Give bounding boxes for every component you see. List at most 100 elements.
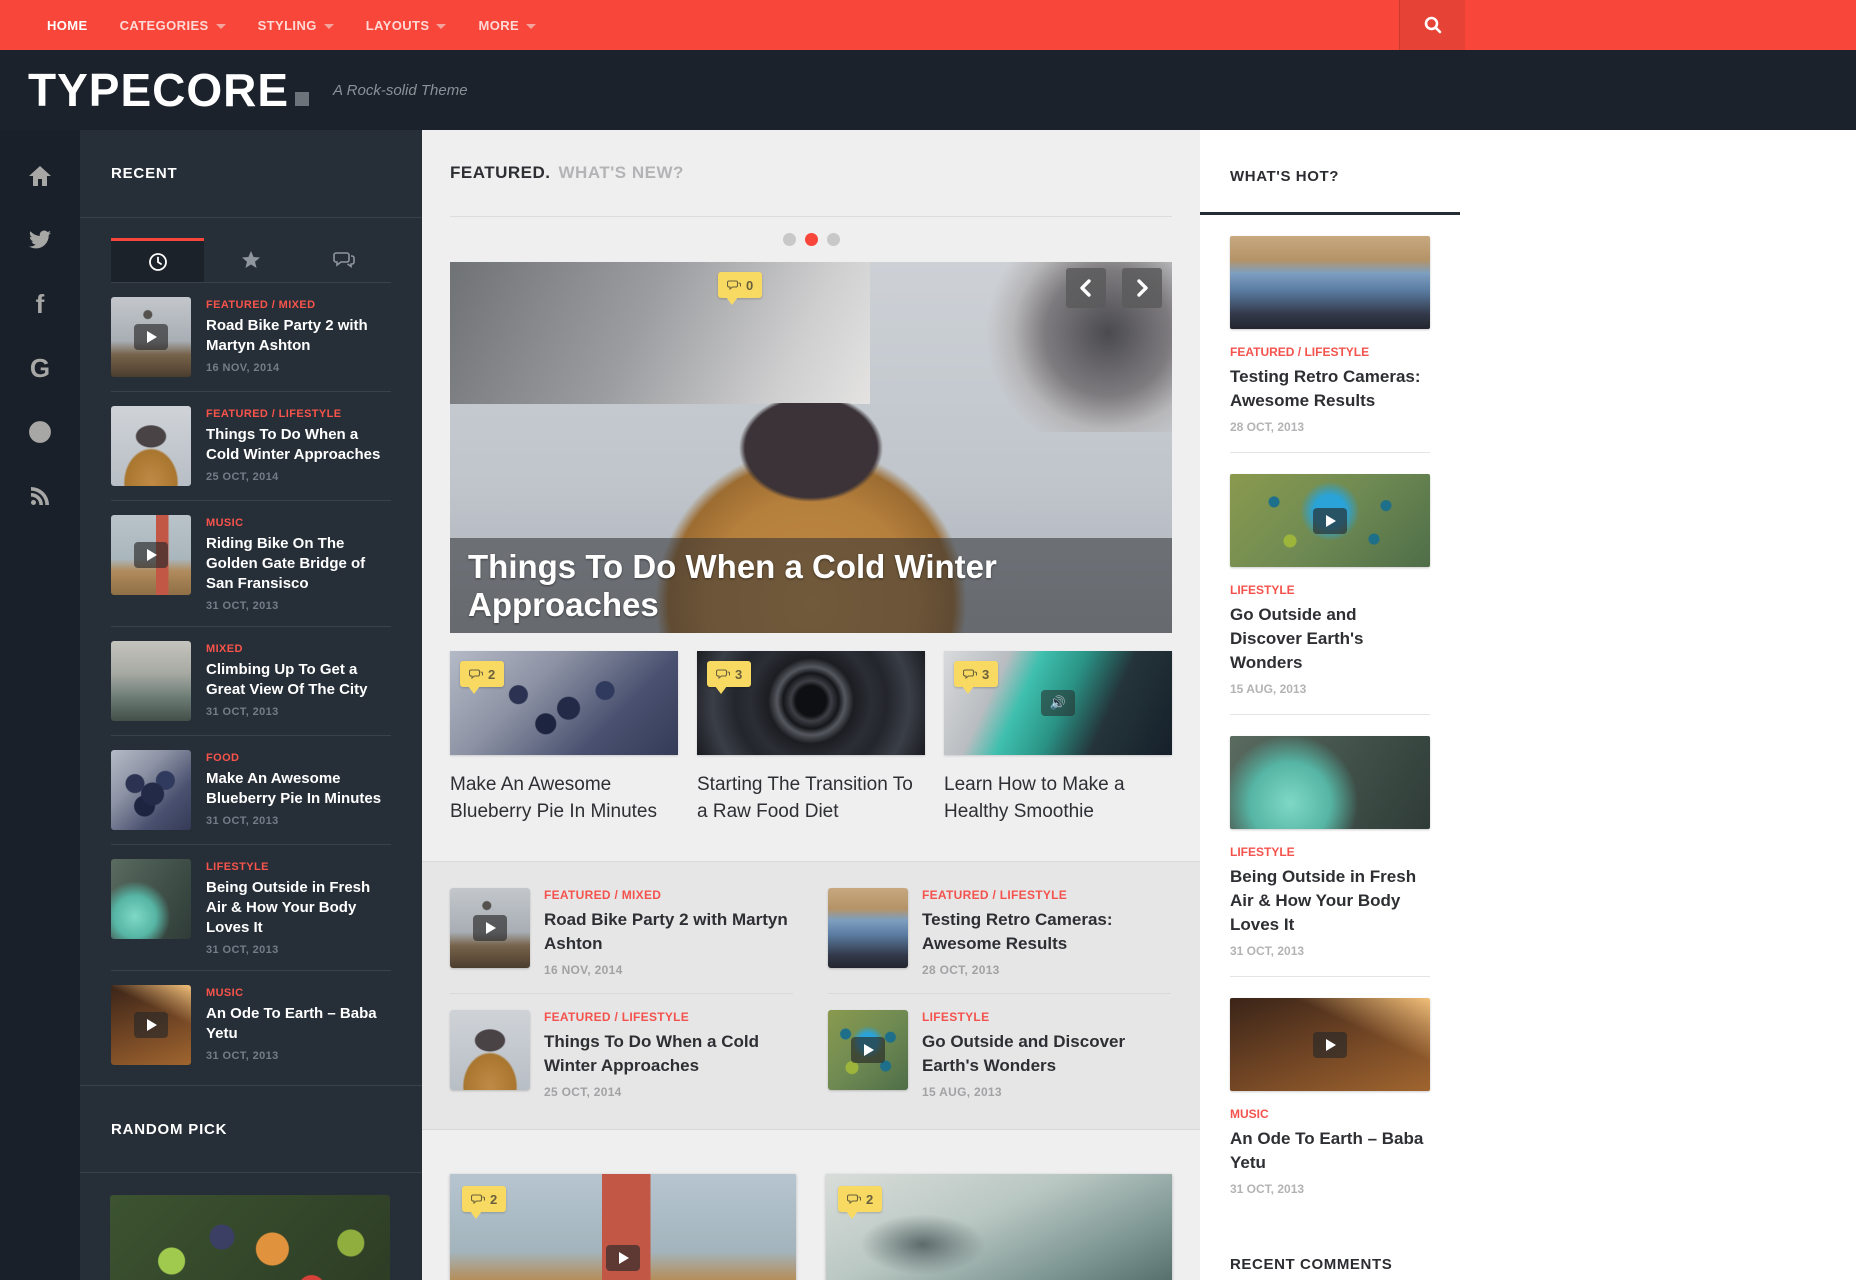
post-thumbnail — [111, 515, 191, 595]
recent-post[interactable]: MIXED Climbing Up To Get a Great View Of… — [111, 627, 391, 736]
carousel-dot[interactable] — [783, 233, 796, 246]
carousel-prev-button[interactable] — [1066, 268, 1106, 308]
post-title: Learn How to Make a Healthy Smoothie — [944, 771, 1172, 825]
comment-count: 2 — [866, 1192, 873, 1207]
post-title: Go Outside and Discover Earth's Wonders — [922, 1030, 1171, 1078]
recent-comments-header: RECENT COMMENTS — [1200, 1214, 1460, 1273]
play-icon — [134, 542, 168, 568]
post-title: Testing Retro Cameras: Awesome Results — [922, 908, 1171, 956]
post-thumbnail — [828, 1010, 908, 1090]
comment-icon — [963, 669, 977, 680]
post-title: Road Bike Party 2 with Martyn Ashton — [206, 316, 391, 356]
site-tagline: A Rock-solid Theme — [333, 82, 468, 99]
comment-icon — [727, 280, 741, 291]
recent-post[interactable]: MUSIC An Ode To Earth – Baba Yetu 31 OCT… — [111, 971, 391, 1079]
hot-post[interactable]: FEATURED / LIFESTYLE Testing Retro Camer… — [1230, 215, 1430, 453]
post-date: 28 OCT, 2013 — [1230, 420, 1430, 434]
nav-item-categories[interactable]: CATEGORIES — [104, 0, 242, 50]
random-pick-title: RANDOM PICK — [111, 1121, 227, 1138]
post-title: Being Outside in Fresh Air & How Your Bo… — [206, 878, 391, 938]
post-category: LIFESTYLE — [922, 1010, 1171, 1024]
rail-facebook-button[interactable]: f — [0, 272, 80, 336]
post-date: 25 OCT, 2014 — [544, 1085, 793, 1099]
featured-item[interactable]: 2 Make An Awesome Blueberry Pie In Minut… — [450, 651, 678, 825]
recent-widget-title: RECENT — [111, 165, 177, 182]
play-icon — [606, 1245, 640, 1271]
recent-post-list: FEATURED / MIXED Road Bike Party 2 with … — [111, 283, 391, 1079]
nav-item-more[interactable]: MORE — [462, 0, 552, 50]
nav-menu: HOME CATEGORIES STYLING LAYOUTS MORE — [0, 0, 552, 50]
play-icon — [851, 1037, 885, 1063]
comment-count-badge: 2 — [838, 1186, 882, 1212]
post-thumbnail — [111, 985, 191, 1065]
featured-section-header: FEATURED. WHAT'S NEW? — [450, 130, 1172, 217]
rail-home-button[interactable] — [0, 144, 80, 208]
carousel-next-button[interactable] — [1122, 268, 1162, 308]
hot-post[interactable]: LIFESTYLE Go Outside and Discover Earth'… — [1230, 453, 1430, 715]
comment-icon — [716, 669, 730, 680]
post-date: 31 OCT, 2013 — [1230, 944, 1430, 958]
rail-google-button[interactable]: G — [0, 336, 80, 400]
post-category: FOOD — [206, 752, 391, 764]
post-title: Things To Do When a Cold Winter Approach… — [544, 1030, 793, 1078]
post-date: 16 NOV, 2014 — [544, 963, 793, 977]
random-pick-image[interactable] — [110, 1195, 390, 1280]
comment-count: 2 — [490, 1192, 497, 1207]
caret-down-icon — [216, 24, 226, 29]
site-logo[interactable]: TYPECORE — [28, 67, 309, 113]
random-pick-header: RANDOM PICK — [80, 1085, 422, 1173]
grid-post[interactable]: LIFESTYLE Go Outside and Discover Earth'… — [828, 994, 1171, 1115]
site-header: TYPECORE A Rock-solid Theme — [0, 50, 1856, 130]
grid-post[interactable]: FEATURED / LIFESTYLE Testing Retro Camer… — [828, 872, 1171, 994]
hot-post[interactable]: MUSIC An Ode To Earth – Baba Yetu 31 OCT… — [1230, 977, 1430, 1214]
recent-post[interactable]: FOOD Make An Awesome Blueberry Pie In Mi… — [111, 736, 391, 845]
bottom-post[interactable]: 2 MUSIC31 OCT, 2013 — [450, 1174, 796, 1280]
post-thumbnail — [1230, 998, 1430, 1091]
logo-text: TYPECORE — [28, 67, 289, 113]
search-button[interactable] — [1399, 0, 1465, 50]
bottom-post[interactable]: 2 MIXED31 OCT, 2013 — [826, 1174, 1172, 1280]
grid-post[interactable]: FEATURED / MIXED Road Bike Party 2 with … — [450, 872, 793, 994]
rail-dribbble-button[interactable] — [0, 400, 80, 464]
star-icon — [241, 250, 261, 270]
featured-item[interactable]: 3 Starting The Transition To a Raw Food … — [697, 651, 925, 825]
comment-count-badge: 2 — [460, 661, 504, 687]
whats-hot-list: FEATURED / LIFESTYLE Testing Retro Camer… — [1200, 215, 1460, 1214]
chevron-left-icon — [1078, 278, 1094, 298]
nav-item-home[interactable]: HOME — [31, 0, 104, 50]
nav-item-styling[interactable]: STYLING — [242, 0, 350, 50]
rss-icon — [29, 485, 51, 507]
nav-item-layouts[interactable]: LAYOUTS — [350, 0, 463, 50]
post-title: Make An Awesome Blueberry Pie In Minutes — [206, 769, 391, 809]
grid-post[interactable]: FEATURED / LIFESTYLE Things To Do When a… — [450, 994, 793, 1115]
tab-comments[interactable] — [297, 238, 390, 282]
top-navbar: HOME CATEGORIES STYLING LAYOUTS MORE — [0, 0, 1856, 50]
carousel-dot[interactable] — [827, 233, 840, 246]
rail-rss-button[interactable] — [0, 464, 80, 528]
dribbble-icon — [28, 420, 52, 444]
post-title: Climbing Up To Get a Great View Of The C… — [206, 660, 391, 700]
featured-slide[interactable]: 0 Things To Do When a Cold Winter Approa… — [450, 262, 1172, 633]
featured-item[interactable]: 3 🔊 Learn How to Make a Healthy Smoothie — [944, 651, 1172, 825]
twitter-icon — [28, 230, 52, 250]
featured-sublabel: WHAT'S NEW? — [559, 163, 684, 183]
recent-post[interactable]: FEATURED / LIFESTYLE Things To Do When a… — [111, 392, 391, 501]
nav-label: LAYOUTS — [366, 18, 430, 33]
rail-twitter-button[interactable] — [0, 208, 80, 272]
carousel-dot-active[interactable] — [805, 233, 818, 246]
post-category: FEATURED / LIFESTYLE — [544, 1010, 793, 1024]
tab-popular[interactable] — [204, 238, 297, 282]
comment-count: 2 — [488, 667, 495, 682]
tab-recent[interactable] — [111, 238, 204, 282]
post-category: MIXED — [206, 643, 391, 655]
play-icon — [134, 1012, 168, 1038]
recent-post[interactable]: MUSIC Riding Bike On The Golden Gate Bri… — [111, 501, 391, 627]
hot-post[interactable]: LIFESTYLE Being Outside in Fresh Air & H… — [1230, 715, 1430, 977]
play-icon — [473, 915, 507, 941]
post-thumbnail: 3 — [697, 651, 925, 755]
comments-icon — [333, 251, 355, 269]
recent-post[interactable]: FEATURED / MIXED Road Bike Party 2 with … — [111, 283, 391, 392]
post-category: FEATURED / LIFESTYLE — [206, 408, 391, 420]
nav-label: CATEGORIES — [120, 18, 209, 33]
recent-post[interactable]: LIFESTYLE Being Outside in Fresh Air & H… — [111, 845, 391, 971]
